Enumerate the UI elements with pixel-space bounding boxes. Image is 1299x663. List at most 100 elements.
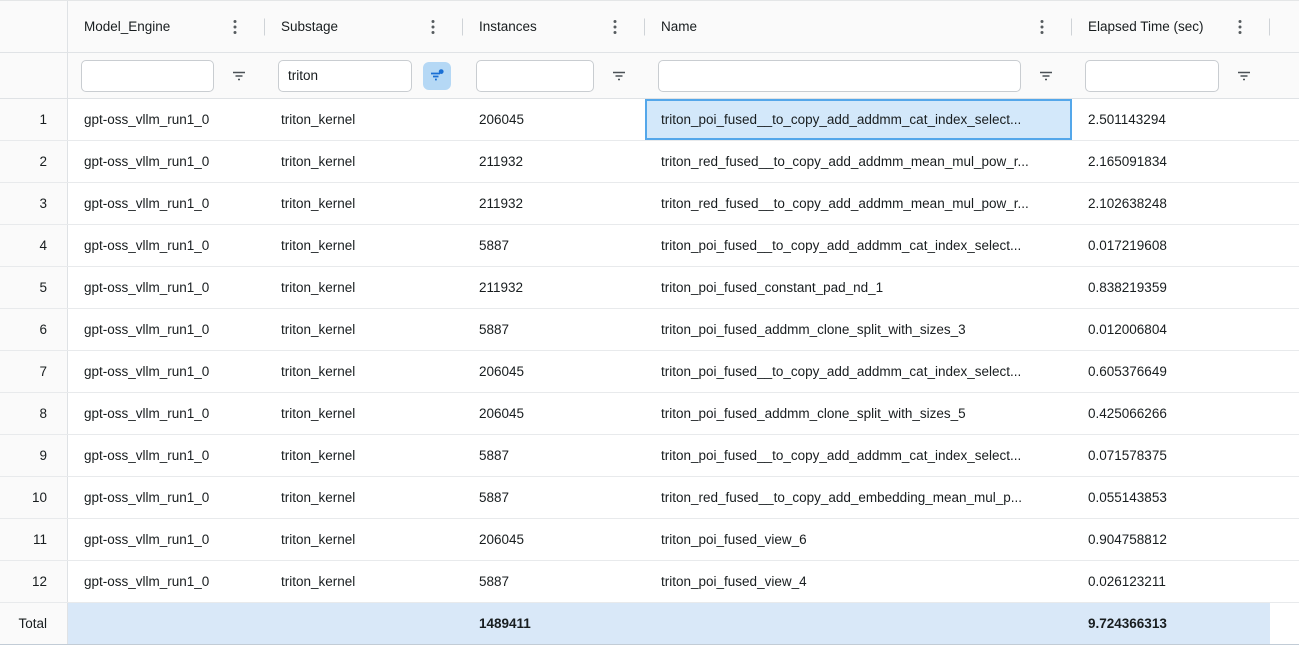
- cell-name[interactable]: triton_poi_fused_view_6: [645, 519, 1072, 560]
- column-header-instances[interactable]: Instances: [463, 1, 645, 52]
- instances-filter-input[interactable]: [476, 60, 594, 92]
- row-number: 1: [0, 99, 68, 140]
- cell-instances[interactable]: 211932: [463, 267, 645, 308]
- cell-substage[interactable]: triton_kernel: [265, 141, 463, 182]
- cell-substage[interactable]: triton_kernel: [265, 561, 463, 602]
- model-engine-filter-button[interactable]: [225, 62, 253, 90]
- cell-name[interactable]: triton_poi_fused__to_copy_add_addmm_cat_…: [645, 435, 1072, 476]
- column-header-substage[interactable]: Substage: [265, 1, 463, 52]
- cell-elapsed-time[interactable]: 0.017219608: [1072, 225, 1270, 266]
- cell-elapsed-time[interactable]: 2.165091834: [1072, 141, 1270, 182]
- cell-name[interactable]: triton_poi_fused__to_copy_add_addmm_cat_…: [645, 99, 1072, 140]
- column-resize-handle[interactable]: [1269, 18, 1270, 35]
- cell-name[interactable]: triton_red_fused__to_copy_add_addmm_mean…: [645, 141, 1072, 182]
- cell-model-engine[interactable]: gpt-oss_vllm_run1_0: [68, 99, 265, 140]
- cell-model-engine[interactable]: gpt-oss_vllm_run1_0: [68, 435, 265, 476]
- cell-model-engine[interactable]: gpt-oss_vllm_run1_0: [68, 267, 265, 308]
- cell-elapsed-time[interactable]: 0.026123211: [1072, 561, 1270, 602]
- cell-substage[interactable]: triton_kernel: [265, 309, 463, 350]
- cell-elapsed-time[interactable]: 0.425066266: [1072, 393, 1270, 434]
- table-body: 1 gpt-oss_vllm_run1_0 triton_kernel 2060…: [0, 99, 1299, 603]
- total-cell-model-engine: [68, 603, 265, 644]
- cell-elapsed-time[interactable]: 0.071578375: [1072, 435, 1270, 476]
- cell-substage[interactable]: triton_kernel: [265, 99, 463, 140]
- cell-elapsed-time[interactable]: 0.055143853: [1072, 477, 1270, 518]
- filter-cell-instances: [463, 53, 645, 98]
- column-menu-icon[interactable]: [1230, 14, 1250, 40]
- cell-model-engine[interactable]: gpt-oss_vllm_run1_0: [68, 309, 265, 350]
- name-filter-button[interactable]: [1032, 62, 1060, 90]
- cell-instances[interactable]: 5887: [463, 435, 645, 476]
- cell-model-engine[interactable]: gpt-oss_vllm_run1_0: [68, 351, 265, 392]
- column-header-name[interactable]: Name: [645, 1, 1072, 52]
- cell-elapsed-time[interactable]: 2.102638248: [1072, 183, 1270, 224]
- cell-substage[interactable]: triton_kernel: [265, 225, 463, 266]
- funnel-icon: [611, 68, 627, 84]
- column-header-label: Model_Engine: [84, 19, 225, 34]
- table-row: 4 gpt-oss_vllm_run1_0 triton_kernel 5887…: [0, 225, 1299, 267]
- cell-model-engine[interactable]: gpt-oss_vllm_run1_0: [68, 141, 265, 182]
- elapsed-time-filter-input[interactable]: [1085, 60, 1219, 92]
- table-row: 8 gpt-oss_vllm_run1_0 triton_kernel 2060…: [0, 393, 1299, 435]
- cell-substage[interactable]: triton_kernel: [265, 435, 463, 476]
- cell-name[interactable]: triton_poi_fused__to_copy_add_addmm_cat_…: [645, 225, 1072, 266]
- name-filter-input[interactable]: [658, 60, 1021, 92]
- column-menu-icon[interactable]: [225, 14, 245, 40]
- instances-filter-button[interactable]: [605, 62, 633, 90]
- cell-substage[interactable]: triton_kernel: [265, 267, 463, 308]
- cell-model-engine[interactable]: gpt-oss_vllm_run1_0: [68, 519, 265, 560]
- cell-instances[interactable]: 5887: [463, 225, 645, 266]
- cell-instances[interactable]: 5887: [463, 561, 645, 602]
- cell-instances[interactable]: 206045: [463, 99, 645, 140]
- total-row-band: 1489411 9.724366313: [68, 603, 1270, 644]
- cell-instances[interactable]: 206045: [463, 393, 645, 434]
- cell-elapsed-time[interactable]: 2.501143294: [1072, 99, 1270, 140]
- cell-model-engine[interactable]: gpt-oss_vllm_run1_0: [68, 393, 265, 434]
- row-number: 3: [0, 183, 68, 224]
- cell-model-engine[interactable]: gpt-oss_vllm_run1_0: [68, 225, 265, 266]
- row-number: 4: [0, 225, 68, 266]
- filter-row-pinned-cell: [0, 53, 68, 98]
- total-row: Total 1489411 9.724366313: [0, 603, 1299, 645]
- cell-name[interactable]: triton_poi_fused_addmm_clone_split_with_…: [645, 393, 1072, 434]
- cell-name[interactable]: triton_poi_fused_view_4: [645, 561, 1072, 602]
- substage-filter-button-active[interactable]: [423, 62, 451, 90]
- cell-name[interactable]: triton_poi_fused_addmm_clone_split_with_…: [645, 309, 1072, 350]
- column-header-elapsed-time[interactable]: Elapsed Time (sec): [1072, 1, 1270, 52]
- cell-model-engine[interactable]: gpt-oss_vllm_run1_0: [68, 477, 265, 518]
- cell-instances[interactable]: 206045: [463, 351, 645, 392]
- cell-elapsed-time[interactable]: 0.838219359: [1072, 267, 1270, 308]
- cell-name[interactable]: triton_poi_fused__to_copy_add_addmm_cat_…: [645, 351, 1072, 392]
- cell-model-engine[interactable]: gpt-oss_vllm_run1_0: [68, 183, 265, 224]
- cell-instances[interactable]: 206045: [463, 519, 645, 560]
- table-row: 10 gpt-oss_vllm_run1_0 triton_kernel 588…: [0, 477, 1299, 519]
- model-engine-filter-input[interactable]: [81, 60, 214, 92]
- cell-name[interactable]: triton_red_fused__to_copy_add_addmm_mean…: [645, 183, 1072, 224]
- column-menu-icon[interactable]: [1032, 14, 1052, 40]
- cell-substage[interactable]: triton_kernel: [265, 393, 463, 434]
- cell-instances[interactable]: 211932: [463, 141, 645, 182]
- cell-elapsed-time[interactable]: 0.012006804: [1072, 309, 1270, 350]
- column-menu-icon[interactable]: [423, 14, 443, 40]
- filter-row: [0, 53, 1299, 99]
- cell-instances[interactable]: 211932: [463, 183, 645, 224]
- column-header-model-engine[interactable]: Model_Engine: [68, 1, 265, 52]
- cell-name[interactable]: triton_poi_fused_constant_pad_nd_1: [645, 267, 1072, 308]
- substage-filter-input[interactable]: [278, 60, 412, 92]
- cell-elapsed-time[interactable]: 0.605376649: [1072, 351, 1270, 392]
- cell-model-engine[interactable]: gpt-oss_vllm_run1_0: [68, 561, 265, 602]
- cell-elapsed-time[interactable]: 0.904758812: [1072, 519, 1270, 560]
- elapsed-time-filter-button[interactable]: [1230, 62, 1258, 90]
- column-header-label: Instances: [479, 19, 605, 34]
- cell-substage[interactable]: triton_kernel: [265, 477, 463, 518]
- row-number: 12: [0, 561, 68, 602]
- filter-cell-model-engine: [68, 53, 265, 98]
- cell-name[interactable]: triton_red_fused__to_copy_add_embedding_…: [645, 477, 1072, 518]
- filter-cell-name: [645, 53, 1072, 98]
- column-menu-icon[interactable]: [605, 14, 625, 40]
- cell-instances[interactable]: 5887: [463, 477, 645, 518]
- cell-substage[interactable]: triton_kernel: [265, 351, 463, 392]
- cell-instances[interactable]: 5887: [463, 309, 645, 350]
- cell-substage[interactable]: triton_kernel: [265, 183, 463, 224]
- cell-substage[interactable]: triton_kernel: [265, 519, 463, 560]
